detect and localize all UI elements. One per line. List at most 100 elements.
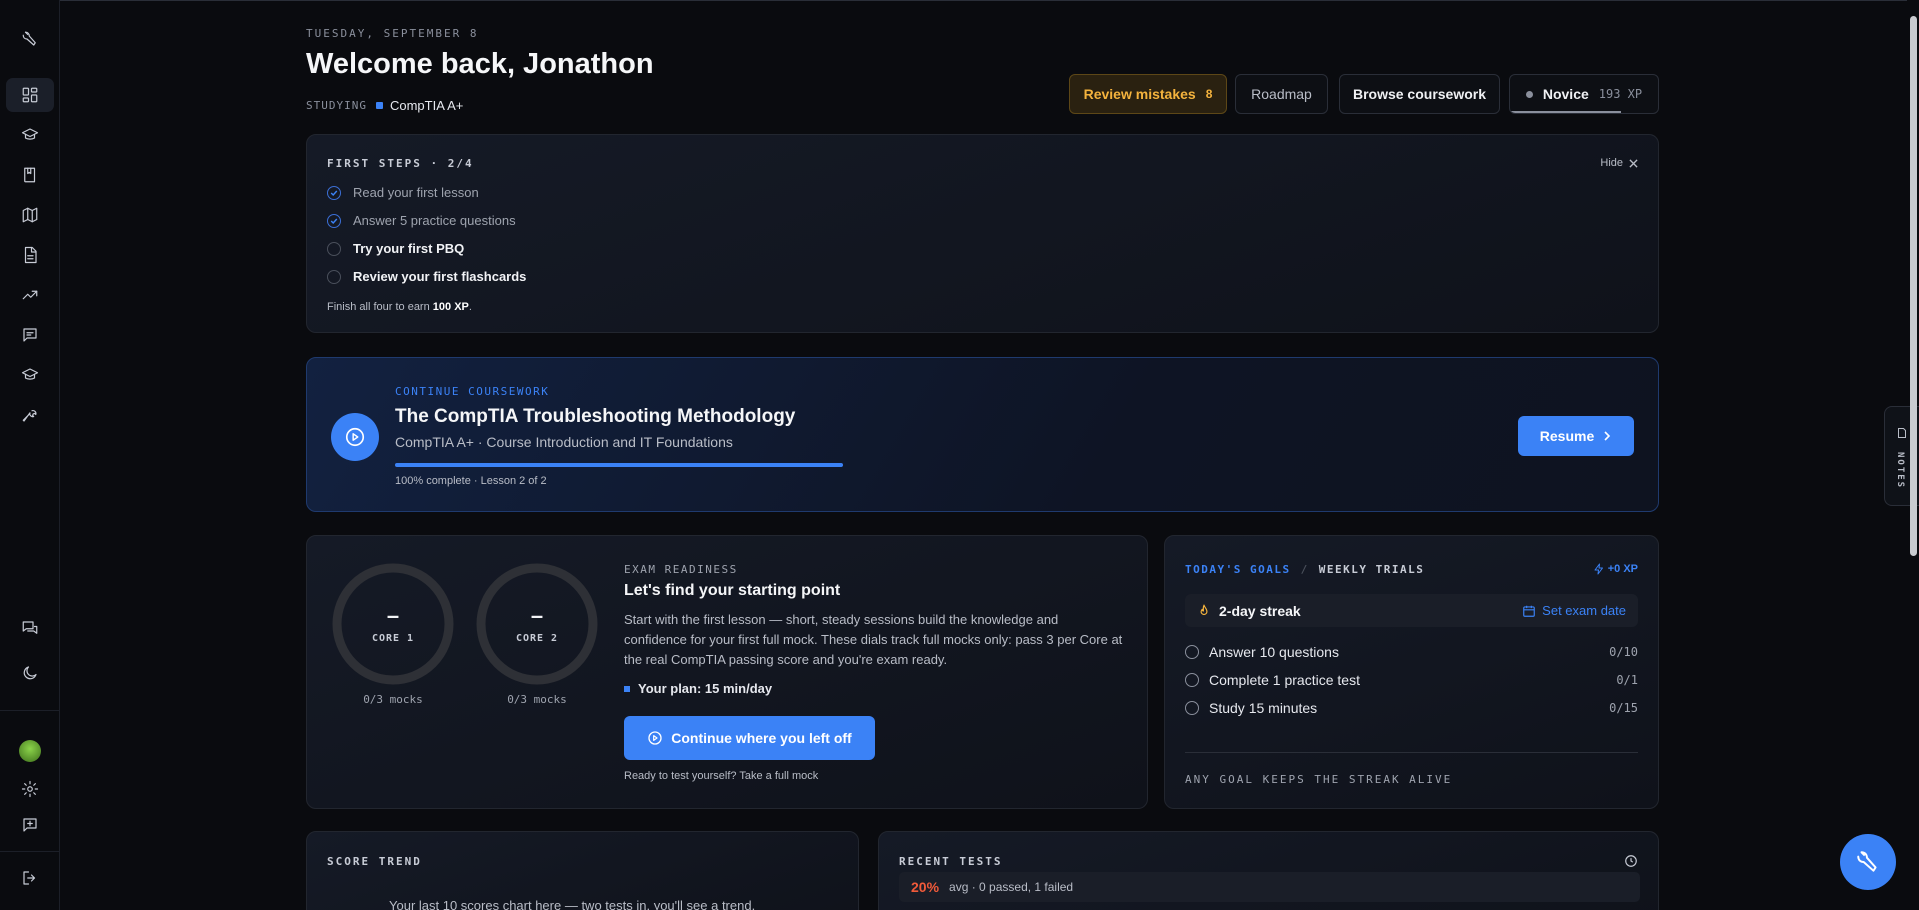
tab-separator: / [1300, 563, 1309, 576]
goals-xp: +0 XP [1593, 563, 1638, 575]
resume-label: Resume [1539, 428, 1595, 444]
play-circle-icon [648, 731, 662, 745]
step-item[interactable]: Try your first PBQ [327, 241, 464, 256]
rank-dot [1525, 90, 1533, 98]
moon-icon [23, 666, 37, 680]
recent-tests-title: RECENT TESTS [899, 855, 1003, 868]
sidebar-item-tools[interactable] [6, 398, 54, 432]
logo-icon[interactable] [6, 22, 54, 56]
goal-item[interactable]: Study 15 minutes 0/15 [1185, 700, 1638, 716]
goal-count: 0/10 [1609, 645, 1638, 659]
pick-tool-icon [1857, 851, 1877, 872]
sidebar-item-feedback[interactable] [6, 808, 54, 842]
sidebar-item-courses[interactable] [6, 118, 54, 152]
message-plus-icon [23, 818, 37, 832]
goals-xp-label: +0 XP [1607, 563, 1638, 575]
set-exam-date-label: Set exam date [1542, 603, 1626, 618]
step-item[interactable]: Answer 5 practice questions [327, 213, 516, 228]
lesson-progress-bar [395, 463, 843, 467]
step-item[interactable]: Read your first lesson [327, 185, 479, 200]
roadmap-button[interactable]: Roadmap [1235, 74, 1328, 114]
sidebar-item-flashcards[interactable] [6, 318, 54, 352]
continue-where-left-off-button[interactable]: Continue where you left off [624, 716, 875, 760]
play-button[interactable] [331, 413, 379, 461]
review-mistakes-count: 8 [1205, 87, 1213, 101]
map-icon [22, 207, 38, 223]
sidebar-divider [0, 710, 59, 711]
sidebar-item-roadmap[interactable] [6, 198, 54, 232]
tab-weekly-trials[interactable]: WEEKLY TRIALS [1319, 563, 1425, 576]
study-plan[interactable]: Your plan: 15 min/day [624, 681, 772, 696]
sidebar-item-settings[interactable] [6, 772, 54, 806]
sidebar-item-progress[interactable] [6, 278, 54, 312]
empty-circle-icon [327, 241, 341, 256]
date: TUESDAY, SEPTEMBER 8 [306, 27, 479, 40]
wrench-icon [22, 410, 37, 422]
trending-up-icon [22, 290, 38, 300]
book-icon [24, 167, 36, 183]
close-icon [1629, 158, 1638, 168]
set-exam-date-button[interactable]: Set exam date [1522, 603, 1626, 618]
finish-prefix: Finish all four to earn [327, 301, 430, 313]
lesson-title[interactable]: The CompTIA Troubleshooting Methodology [395, 406, 795, 428]
readiness-overline: EXAM READINESS [624, 563, 738, 576]
sidebar-item-chat[interactable] [6, 611, 54, 645]
streak-label: 2-day streak [1219, 602, 1301, 619]
rank-xp: 193 XP [1598, 87, 1643, 101]
clock-icon[interactable] [1624, 854, 1638, 868]
finish-reward: 100 XP [432, 301, 469, 313]
sidebar-item-tests[interactable] [6, 238, 54, 272]
continue-overline: CONTINUE COURSEWORK [395, 385, 550, 398]
top-border [0, 0, 1907, 1]
resume-button[interactable]: Resume [1518, 416, 1634, 456]
goal-count: 0/15 [1609, 701, 1638, 715]
sidebar-item-dashboard[interactable] [6, 78, 54, 112]
graduation-cap-icon [21, 368, 39, 380]
logout-icon [23, 871, 36, 885]
core-1-dial[interactable]: – CORE 1 [330, 561, 456, 687]
core-2-dial[interactable]: – CORE 2 [474, 561, 600, 687]
dial-value: – [386, 602, 400, 628]
hide-label: Hide [1600, 157, 1623, 169]
goal-label: Study 15 minutes [1209, 700, 1318, 716]
hide-button[interactable]: Hide [1600, 157, 1638, 169]
sidebar-item-library[interactable] [6, 158, 54, 192]
goals-footer: ANY GOAL KEEPS THE STREAK ALIVE [1185, 773, 1453, 786]
sidebar-divider [0, 851, 59, 852]
lesson-subtitle: CompTIA A+ · Course Introduction and IT … [395, 434, 733, 450]
cta-label: Continue where you left off [671, 730, 852, 746]
take-full-mock-link[interactable]: Ready to test yourself? Take a full mock [624, 770, 818, 782]
sidebar-item-theme[interactable] [6, 656, 54, 690]
plan-marker [624, 685, 630, 692]
goals-tabs: TODAY'S GOALS / WEEKLY TRIALS [1185, 563, 1424, 576]
goal-item[interactable]: Answer 10 questions 0/10 [1185, 644, 1638, 660]
sidebar [0, 0, 60, 910]
goal-count: 0/1 [1616, 673, 1638, 687]
goals-card: TODAY'S GOALS / WEEKLY TRIALS +0 XP 2-da… [1164, 535, 1659, 809]
notes-label: NOTES [1895, 452, 1905, 490]
empty-circle-icon [1185, 701, 1199, 715]
rank-badge[interactable]: Novice 193 XP [1509, 74, 1659, 114]
course-name[interactable]: CompTIA A+ [390, 98, 463, 113]
exam-readiness-card: – CORE 1 0/3 mocks – CORE 2 0/3 mocks EX… [306, 535, 1148, 809]
goal-item[interactable]: Complete 1 practice test 0/1 [1185, 672, 1638, 688]
step-label: Read your first lesson [353, 185, 479, 200]
page-title: Welcome back, Jonathon [306, 48, 654, 80]
step-item[interactable]: Review your first flashcards [327, 269, 526, 284]
document-icon [24, 246, 37, 264]
sidebar-item-logout[interactable] [6, 861, 54, 895]
browse-coursework-button[interactable]: Browse coursework [1339, 74, 1500, 114]
sidebar-item-exams[interactable] [6, 358, 54, 392]
step-label: Answer 5 practice questions [353, 213, 516, 228]
scrollbar[interactable] [1907, 0, 1919, 910]
scrollbar-thumb[interactable] [1910, 16, 1917, 556]
assistant-fab-button[interactable] [1840, 834, 1896, 890]
score-trend-title: SCORE TREND [327, 855, 422, 868]
avg-summary: avg · 0 passed, 1 failed [949, 880, 1074, 894]
rank-progress-bar [1510, 111, 1621, 113]
avatar[interactable] [19, 740, 41, 762]
tab-todays-goals[interactable]: TODAY'S GOALS [1185, 563, 1291, 576]
finish-note: Finish all four to earn 100 XP. [327, 301, 472, 313]
avg-score: 20% [911, 879, 940, 895]
review-mistakes-button[interactable]: Review mistakes 8 [1069, 74, 1227, 114]
